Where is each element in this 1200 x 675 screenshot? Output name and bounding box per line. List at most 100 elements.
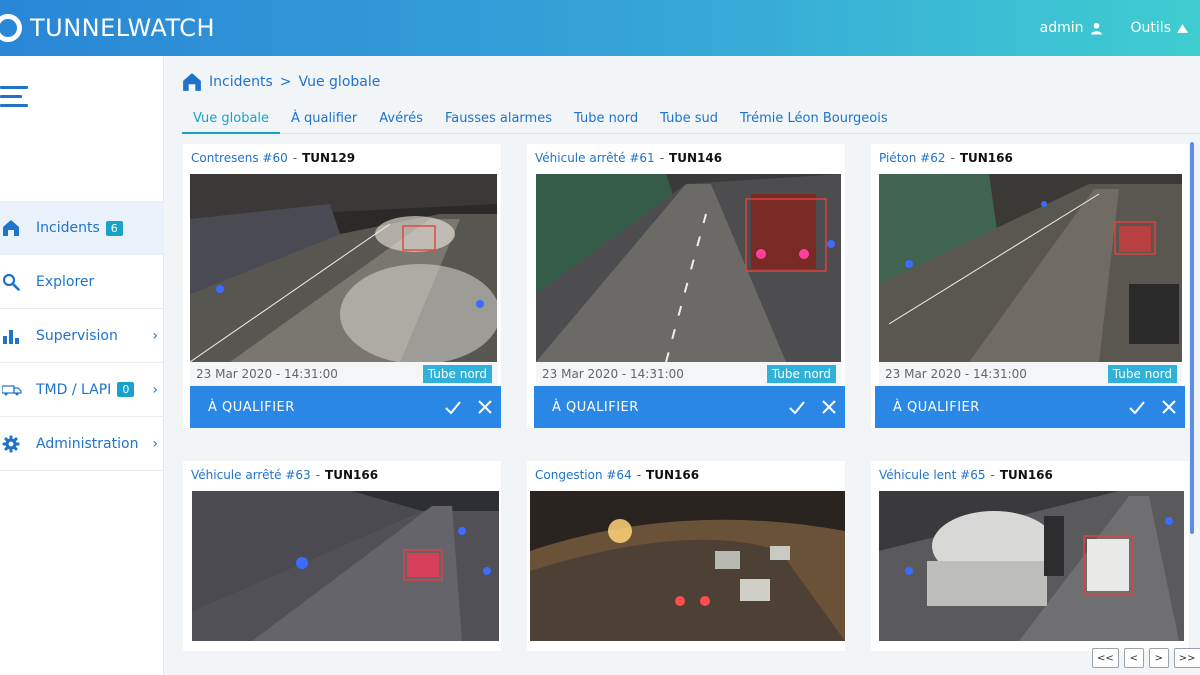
confirm-button[interactable]: [437, 386, 469, 428]
sidebar-item-tmd-lapi[interactable]: TMD / LAPI 0 ›: [0, 363, 164, 417]
camera-snapshot[interactable]: [192, 491, 499, 641]
user-label: admin: [1039, 20, 1084, 36]
incident-card[interactable]: Contresens #60- TUN129 23 Mar 2020 - 14:3…: [183, 144, 501, 428]
next-page-button[interactable]: >: [1148, 648, 1169, 668]
tab-tremie-leon-bourgeois[interactable]: Trémie Léon Bourgeois: [729, 108, 899, 134]
tools-label: Outils: [1130, 20, 1171, 36]
bar-chart-icon: [3, 329, 19, 344]
confirm-button[interactable]: [781, 386, 813, 428]
sidebar-item-label: Incidents: [36, 220, 100, 236]
sidebar-nav: Incidents 6 Explorer Supervision › TMD /…: [0, 201, 164, 471]
tools-menu[interactable]: Outils: [1131, 20, 1188, 36]
camera-snapshot[interactable]: [879, 174, 1182, 362]
prev-page-button[interactable]: <: [1123, 648, 1144, 668]
sidebar-item-incidents[interactable]: Incidents 6: [0, 201, 164, 255]
app-name: TUNNELWATCH: [30, 14, 215, 42]
qualify-action-bar: À QUALIFIER: [534, 386, 845, 428]
logo-ring-icon: [0, 14, 22, 42]
qualify-action-bar: À QUALIFIER: [875, 386, 1185, 428]
qualify-label[interactable]: À QUALIFIER: [893, 400, 1121, 415]
incident-type[interactable]: Contresens #60: [191, 151, 288, 165]
check-icon: [1129, 400, 1145, 414]
incidents-count-badge: 6: [105, 220, 123, 236]
close-icon: [822, 400, 836, 414]
last-page-button[interactable]: >>: [1173, 648, 1200, 668]
caret-up-icon: [1177, 23, 1188, 33]
confirm-button[interactable]: [1121, 386, 1153, 428]
pagination: << < > >>: [1092, 648, 1200, 668]
scrollbar[interactable]: [1190, 142, 1194, 534]
tab-vue-globale[interactable]: Vue globale: [182, 108, 281, 134]
incident-card-title: Véhicule arrêté #63- TUN166: [191, 468, 379, 482]
incident-card[interactable]: Véhicule arrêté #63- TUN166: [183, 461, 501, 651]
location-badge: Tube nord: [1107, 365, 1177, 383]
sidebar-item-supervision[interactable]: Supervision ›: [0, 309, 164, 363]
sidebar-item-label: Explorer: [36, 273, 95, 290]
incident-timestamp: 23 Mar 2020 - 14:31:00: [542, 367, 684, 381]
incident-card[interactable]: Véhicule arrêté #61- TUN146 23 Mar 2020 -…: [527, 144, 845, 428]
check-icon: [789, 400, 805, 414]
incident-type[interactable]: Piéton #62: [879, 151, 945, 165]
qualify-label[interactable]: À QUALIFIER: [552, 400, 781, 415]
home-icon[interactable]: [182, 72, 202, 92]
app-logo[interactable]: TUNNELWATCH: [0, 14, 215, 42]
user-menu[interactable]: admin: [1040, 20, 1103, 36]
tunnel-id: TUN166: [959, 151, 1013, 165]
first-page-button[interactable]: <<: [1092, 648, 1119, 668]
sidebar-item-explorer[interactable]: Explorer: [0, 255, 164, 309]
breadcrumb: Incidents > Vue globale: [182, 72, 380, 92]
incident-type[interactable]: Véhicule arrêté #61: [535, 151, 655, 165]
dismiss-button[interactable]: [469, 386, 501, 428]
camera-snapshot[interactable]: [530, 491, 845, 641]
breadcrumb-root[interactable]: Incidents: [209, 74, 273, 90]
home-icon: [3, 220, 19, 236]
chevron-right-icon: ›: [152, 435, 158, 452]
tunnel-id: TUN129: [302, 151, 356, 165]
incident-meta: 23 Mar 2020 - 14:31:00 Tube nord: [536, 362, 841, 386]
gear-icon: [2, 435, 20, 452]
top-header: TUNNELWATCH admin Outils: [0, 0, 1200, 56]
tab-a-qualifier[interactable]: À qualifier: [280, 108, 368, 134]
incident-meta: 23 Mar 2020 - 14:31:00 Tube nord: [190, 362, 497, 386]
incident-filter-tabs: Vue globale À qualifier Avérés Fausses a…: [182, 108, 1200, 134]
sidebar: Incidents 6 Explorer Supervision › TMD /…: [0, 56, 164, 675]
breadcrumb-current: Vue globale: [298, 74, 381, 90]
camera-snapshot[interactable]: [190, 174, 497, 362]
incident-card[interactable]: Véhicule lent #65- TUN166: [871, 461, 1189, 651]
location-badge: Tube nord: [422, 365, 492, 383]
dismiss-button[interactable]: [813, 386, 845, 428]
incident-card-title: Véhicule lent #65- TUN166: [879, 468, 1053, 482]
hamburger-menu-icon[interactable]: [0, 86, 30, 108]
tunnel-id: TUN166: [999, 468, 1053, 482]
incident-type[interactable]: Véhicule arrêté #63: [191, 468, 311, 482]
sidebar-item-administration[interactable]: Administration ›: [0, 417, 164, 471]
incident-card[interactable]: Piéton #62- TUN166 23 Mar 2020 - 14:31:00…: [871, 144, 1189, 428]
sidebar-item-label: Administration: [36, 435, 139, 452]
incident-type[interactable]: Congestion #64: [535, 468, 632, 482]
location-badge: Tube nord: [766, 365, 836, 383]
truck-icon: [2, 384, 22, 395]
tunnel-id: TUN146: [669, 151, 723, 165]
tab-tube-nord[interactable]: Tube nord: [563, 108, 649, 134]
user-icon: [1090, 22, 1102, 34]
tunnel-id: TUN166: [646, 468, 700, 482]
tunnel-id: TUN166: [325, 468, 379, 482]
incident-card-title: Congestion #64- TUN166: [535, 468, 700, 482]
qualify-action-bar: À QUALIFIER: [190, 386, 501, 428]
incident-card-title: Contresens #60- TUN129: [191, 151, 356, 165]
camera-snapshot[interactable]: [536, 174, 841, 362]
tab-tube-sud[interactable]: Tube sud: [649, 108, 729, 134]
incident-type[interactable]: Véhicule lent #65: [879, 468, 986, 482]
tmd-count-badge: 0: [117, 382, 135, 397]
sidebar-item-label: Supervision: [36, 327, 118, 344]
incident-card-title: Piéton #62- TUN166: [879, 151, 1013, 165]
incident-card[interactable]: Congestion #64- TUN166: [527, 461, 845, 651]
tab-fausses-alarmes[interactable]: Fausses alarmes: [434, 108, 563, 134]
close-icon: [1162, 400, 1176, 414]
camera-snapshot[interactable]: [879, 491, 1184, 641]
close-icon: [478, 400, 492, 414]
qualify-label[interactable]: À QUALIFIER: [208, 400, 437, 415]
incident-meta: 23 Mar 2020 - 14:31:00 Tube nord: [879, 362, 1182, 386]
tab-averes[interactable]: Avérés: [368, 108, 434, 134]
dismiss-button[interactable]: [1153, 386, 1185, 428]
